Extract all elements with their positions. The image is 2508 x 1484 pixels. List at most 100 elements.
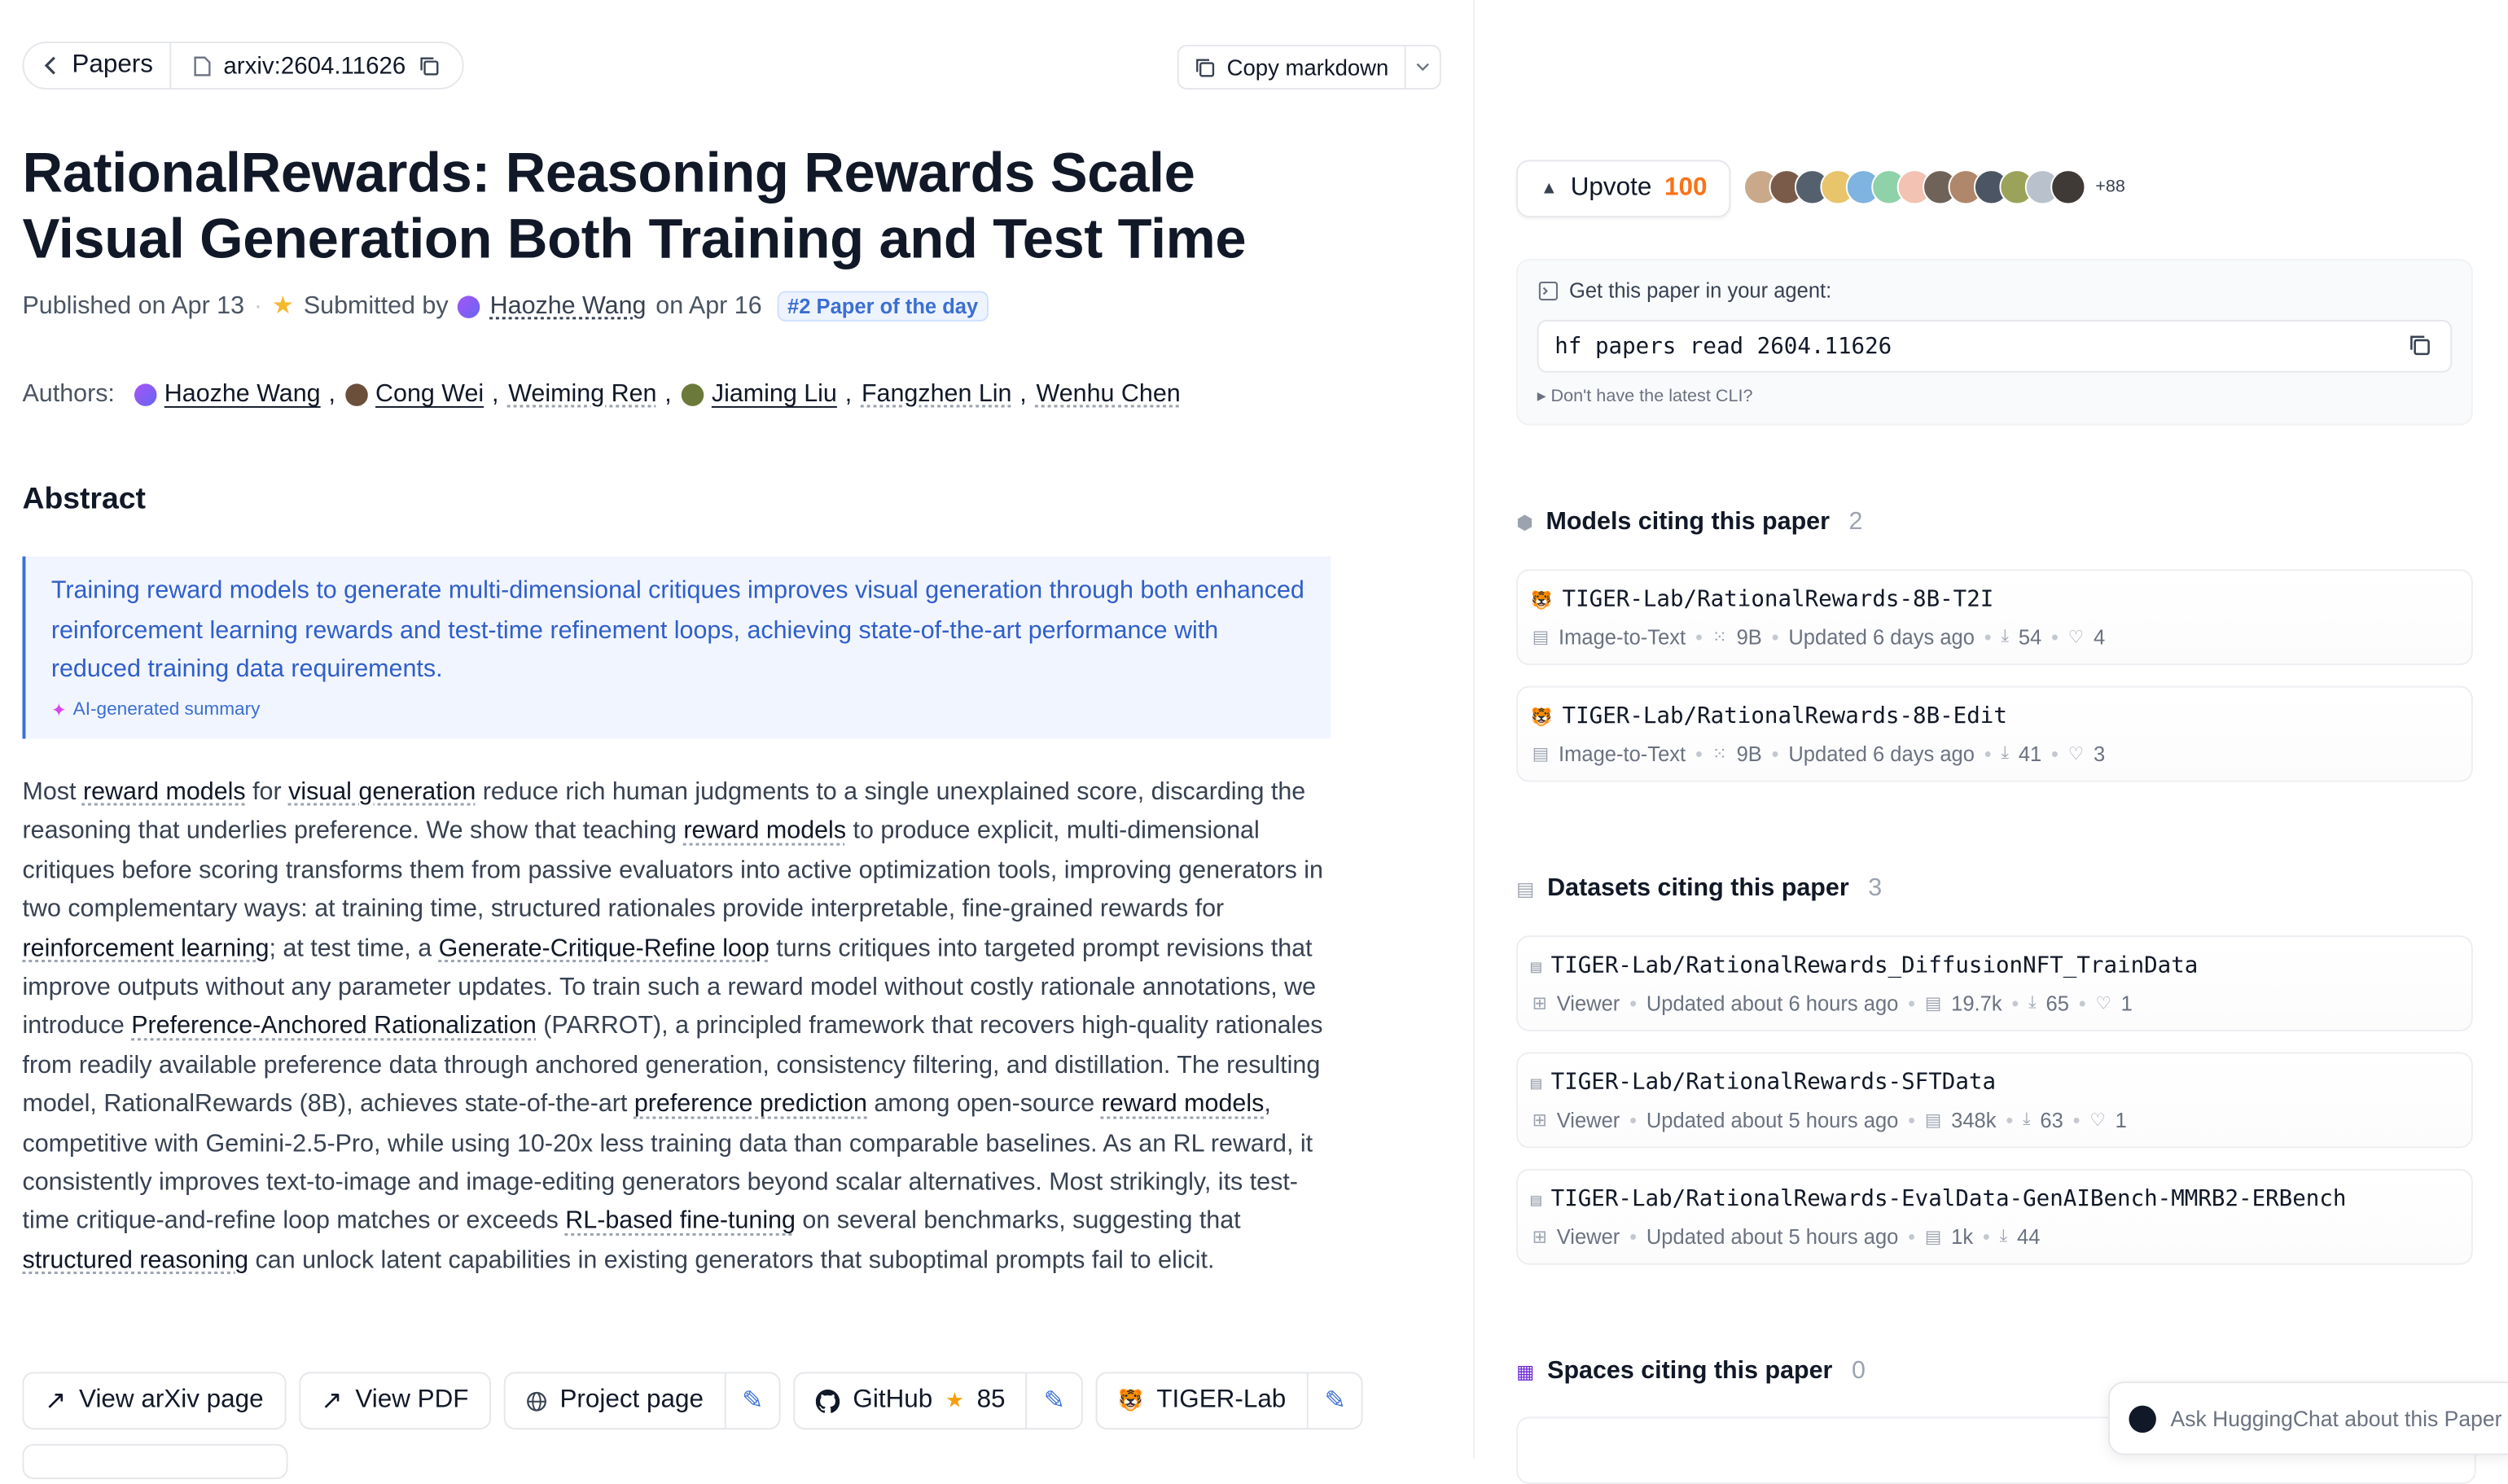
keyword-link[interactable]: reward models — [1102, 1091, 1265, 1118]
github-stars: 85 — [976, 1386, 1006, 1414]
author-link[interactable]: Jiaming Liu, — [681, 381, 852, 409]
paper-id: arxiv:2604.11626 — [223, 51, 406, 80]
edit-org-button[interactable]: ✎ — [1306, 1373, 1362, 1429]
model-card[interactable]: 🐯 TIGER-Lab/RationalRewards-8B-T2I ▤ Image… — [1516, 569, 2473, 666]
dataset-icon: ▤ — [1530, 955, 1541, 977]
document-icon — [193, 55, 210, 76]
copy-options-dropdown[interactable] — [1404, 46, 1440, 89]
keyword-link[interactable]: reward models — [83, 779, 246, 806]
heart-icon: ♡ — [2095, 994, 2111, 1014]
view-pdf-button[interactable]: ↗ View PDF — [298, 1372, 492, 1430]
star-icon: ★ — [271, 292, 295, 320]
keyword-link[interactable]: preference prediction — [634, 1091, 867, 1118]
dataset-icon: ▤ — [1530, 1072, 1541, 1093]
org-button[interactable]: 🐯 TIGER-Lab ✎ — [1095, 1372, 1364, 1430]
author-link[interactable]: Weiming Ren, — [508, 381, 672, 409]
chevron-down-icon — [1416, 63, 1430, 72]
pencil-icon: ✎ — [1324, 1388, 1346, 1416]
params-icon: ⁙ — [1712, 745, 1727, 764]
keyword-link[interactable]: visual generation — [288, 779, 476, 806]
view-arxiv-button[interactable]: ↗ View arXiv page — [22, 1372, 287, 1430]
terminal-icon — [1538, 280, 1559, 300]
model-name: TIGER-Lab/RationalRewards-8B-T2I — [1562, 586, 1994, 613]
ai-summary: Training reward models to generate multi… — [22, 556, 1331, 739]
paper-page: Papers arxiv:2604.11626 Copy markdown Ra… — [0, 0, 2508, 1484]
edit-project-button[interactable]: ✎ — [724, 1373, 779, 1429]
params-icon: ⁙ — [1712, 628, 1727, 648]
author-link[interactable]: Wenhu Chen — [1037, 381, 1181, 409]
dataset-name: TIGER-Lab/RationalRewards-EvalData-GenAI… — [1550, 1186, 2347, 1212]
keyword-link[interactable]: reinforcement learning — [23, 935, 270, 961]
edit-github-button[interactable]: ✎ — [1026, 1373, 1081, 1429]
rows-icon: ▤ — [1924, 1111, 1942, 1131]
cli-hint-toggle[interactable]: ▸ Don't have the latest CLI? — [1537, 385, 1753, 406]
table-icon: ⊞ — [1532, 1111, 1547, 1131]
submitter-link[interactable]: Haozhe Wang — [490, 291, 647, 320]
copy-icon[interactable] — [419, 55, 440, 77]
author-link[interactable]: Cong Wei, — [344, 381, 498, 409]
back-to-papers-link[interactable]: Papers — [24, 43, 171, 89]
authors-list: Authors: Haozhe Wang, Cong Wei, Weiming … — [23, 381, 1181, 409]
image-to-text-icon: ▤ — [1532, 628, 1550, 648]
more-links-button[interactable] — [22, 1443, 288, 1479]
ai-summary-label: ✦ AI-generated summary — [50, 699, 261, 720]
rows-icon: ▤ — [1924, 994, 1942, 1014]
github-button[interactable]: GitHub ★ 85 ✎ — [793, 1372, 1083, 1430]
table-icon: ⊞ — [1532, 994, 1547, 1014]
paper-of-the-day-badge[interactable]: #2 Paper of the day — [778, 291, 989, 322]
avatar — [681, 383, 704, 406]
model-card[interactable]: 🐯 TIGER-Lab/RationalRewards-8B-Edit ▤ Imag… — [1516, 685, 2473, 782]
ask-huggingchat-button[interactable]: Ask HuggingChat about this Paper — [2107, 1381, 2508, 1456]
dataset-name: TIGER-Lab/RationalRewards_DiffusionNFT_T… — [1550, 952, 2199, 979]
sparkle-icon: ✦ — [50, 701, 67, 720]
agent-command-field[interactable]: hf papers read 2604.11626 — [1537, 319, 2453, 373]
model-name: TIGER-Lab/RationalRewards-8B-Edit — [1562, 703, 2007, 729]
project-page-button[interactable]: Project page ✎ — [503, 1372, 782, 1430]
models-section-heading: ⬢ Models citing this paper 2 — [1516, 508, 1863, 536]
dataset-card[interactable]: ▤ TIGER-Lab/RationalRewards-EvalData-GenA… — [1516, 1168, 2473, 1265]
avatar — [2050, 169, 2086, 205]
abstract-text: Most reward models for visual generation… — [22, 778, 1323, 1275]
keyword-link[interactable]: Preference-Anchored Rationalization — [131, 1013, 537, 1040]
upvote-button[interactable]: ▲ Upvote 100 — [1516, 160, 1731, 218]
copy-markdown-button[interactable]: Copy markdown — [1177, 45, 1442, 90]
org-avatar: 🐯 — [1530, 589, 1553, 611]
separator-dot: · — [253, 291, 262, 319]
download-icon: ⤓ — [1999, 1226, 2008, 1246]
authors-label: Authors: — [22, 380, 115, 408]
pencil-icon: ✎ — [742, 1388, 764, 1416]
copy-markdown-label: Copy markdown — [1226, 54, 1389, 81]
back-label: Papers — [72, 50, 153, 79]
spaces-icon: ▦ — [1516, 1360, 1535, 1384]
download-icon: ⤓ — [2001, 627, 2010, 646]
copy-icon[interactable] — [2409, 335, 2431, 357]
keyword-link[interactable]: reward models — [683, 818, 846, 845]
external-link-icon: ↗ — [45, 1388, 67, 1416]
external-link-icon: ↗ — [321, 1388, 343, 1416]
author-link[interactable]: Fangzhen Lin, — [862, 381, 1027, 409]
dataset-card[interactable]: ▤ TIGER-Lab/RationalRewards_DiffusionNFT_… — [1516, 935, 2473, 1031]
star-icon: ★ — [945, 1388, 964, 1412]
dataset-card[interactable]: ▤ TIGER-Lab/RationalRewards-SFTData ⊞ View… — [1516, 1052, 2473, 1149]
main-column: Papers arxiv:2604.11626 Copy markdown Ra… — [0, 0, 1475, 1479]
pencil-icon: ✎ — [1043, 1388, 1066, 1416]
upvote-arrow-icon: ▲ — [1540, 179, 1559, 199]
rows-icon: ▤ — [1924, 1228, 1942, 1248]
download-icon: ⤓ — [2001, 743, 2010, 763]
tiger-logo-icon: 🐯 — [1117, 1388, 1144, 1412]
upvoter-avatars[interactable]: +88 — [1743, 169, 2125, 205]
agent-command-box: Get this paper in your agent: hf papers … — [1516, 259, 2473, 426]
globe-icon — [527, 1390, 546, 1411]
avatar — [458, 295, 480, 317]
avatar — [134, 383, 156, 406]
keyword-link[interactable]: structured reasoning — [23, 1247, 249, 1274]
github-icon — [816, 1388, 840, 1412]
keyword-link[interactable]: RL-based fine-tuning — [565, 1208, 796, 1235]
summary-text: Training reward models to generate multi… — [50, 577, 1304, 683]
submitted-date: on Apr 16 — [656, 291, 762, 319]
keyword-link[interactable]: Generate-Critique-Refine loop — [439, 935, 770, 961]
author-link[interactable]: Haozhe Wang, — [134, 381, 335, 409]
paper-meta: Published on Apr 13 · ★ Submitted by Hao… — [23, 291, 989, 322]
copy-icon — [1196, 58, 1215, 77]
spaces-section-heading: ▦ Spaces citing this paper 0 — [1516, 1357, 1866, 1386]
